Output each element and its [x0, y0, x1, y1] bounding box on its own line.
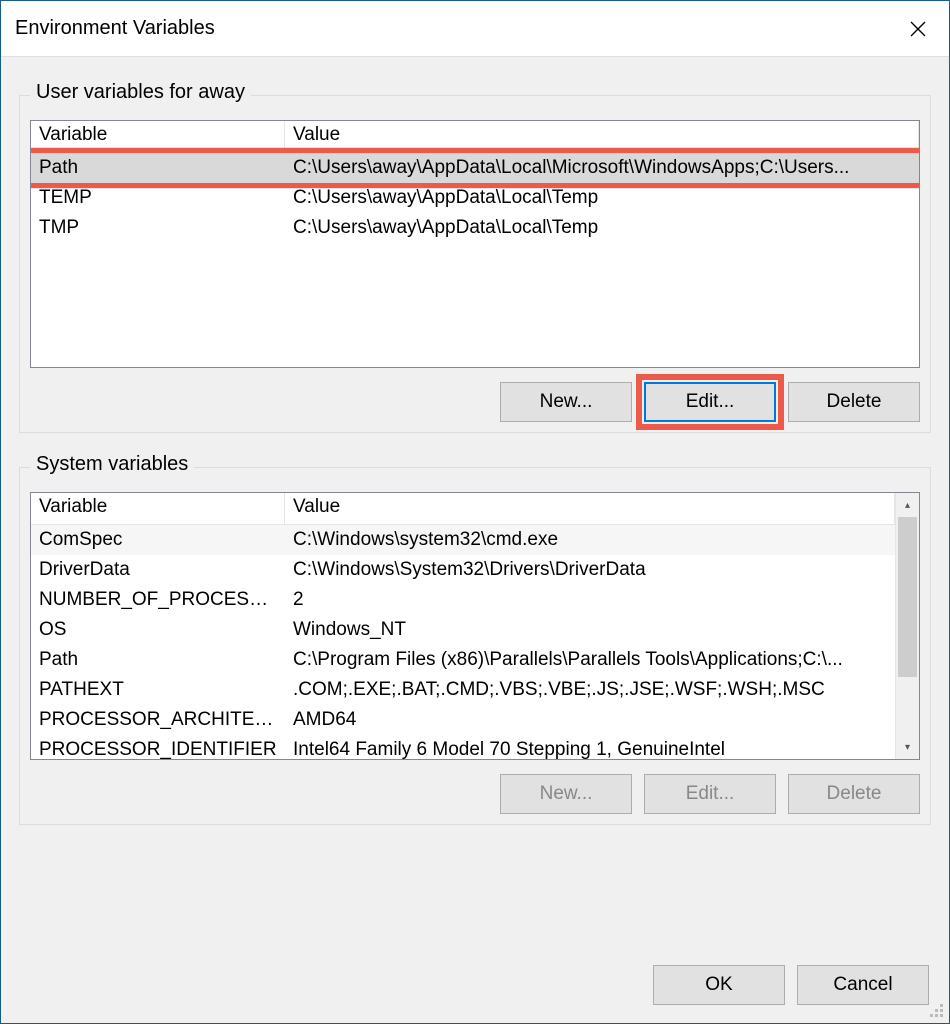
cell-variable: PROCESSOR_IDENTIFIER [31, 739, 285, 760]
titlebar: Environment Variables [1, 1, 949, 57]
table-row[interactable]: PATHEXT .COM;.EXE;.BAT;.CMD;.VBS;.VBE;.J… [31, 675, 895, 705]
close-button[interactable] [887, 1, 949, 57]
edit-button[interactable]: Edit... [644, 774, 776, 814]
cell-value: C:\Program Files (x86)\Parallels\Paralle… [285, 649, 895, 671]
scroll-up-icon[interactable]: ▴ [896, 493, 919, 517]
cell-value: C:\Users\away\AppData\Local\Microsoft\Wi… [285, 157, 919, 179]
edit-button[interactable]: Edit... [644, 382, 776, 422]
cell-value: Windows_NT [285, 619, 895, 641]
system-variables-label: System variables [30, 453, 194, 476]
cell-variable: ComSpec [31, 529, 285, 551]
user-variables-list[interactable]: Variable Value Path C:\Users\away\AppDat… [30, 120, 920, 368]
cell-variable: TEMP [31, 187, 285, 209]
table-row[interactable]: OS Windows_NT [31, 615, 895, 645]
col-variable[interactable]: Variable [31, 493, 285, 524]
cell-variable: OS [31, 619, 285, 641]
cell-value: Intel64 Family 6 Model 70 Stepping 1, Ge… [285, 739, 895, 760]
cell-variable: DriverData [31, 559, 285, 581]
table-row[interactable]: NUMBER_OF_PROCESSORS 2 [31, 585, 895, 615]
ok-button[interactable]: OK [653, 965, 785, 1005]
scrollbar[interactable]: ▴ ▾ [895, 493, 919, 759]
user-button-row: New... Edit... Delete [30, 382, 920, 422]
new-button[interactable]: New... [500, 774, 632, 814]
cell-variable: PROCESSOR_ARCHITECTURE [31, 709, 285, 731]
window-title: Environment Variables [15, 17, 215, 40]
highlight-annotation: Path C:\Users\away\AppData\Local\Microso… [30, 148, 920, 188]
col-value[interactable]: Value [285, 493, 895, 524]
cell-value: C:\Users\away\AppData\Local\Temp [285, 187, 919, 209]
cell-variable: NUMBER_OF_PROCESSORS [31, 589, 285, 611]
cell-variable: PATHEXT [31, 679, 285, 701]
system-button-row: New... Edit... Delete [30, 774, 920, 814]
table-row[interactable]: PROCESSOR_ARCHITECTURE AMD64 [31, 705, 895, 735]
cell-variable: Path [31, 649, 285, 671]
cell-variable: TMP [31, 217, 285, 239]
dialog-footer: OK Cancel [1, 949, 949, 1023]
scroll-track[interactable] [896, 677, 919, 735]
system-variables-list[interactable]: Variable Value ComSpec C:\Windows\system… [30, 492, 920, 760]
cell-value: 2 [285, 589, 895, 611]
resize-grip-icon[interactable] [927, 1001, 943, 1017]
table-row[interactable]: Path C:\Program Files (x86)\Parallels\Pa… [31, 645, 895, 675]
delete-button[interactable]: Delete [788, 382, 920, 422]
cell-value: C:\Windows\system32\cmd.exe [285, 529, 895, 551]
user-variables-label: User variables for away [30, 81, 251, 104]
cancel-button[interactable]: Cancel [797, 965, 929, 1005]
new-button[interactable]: New... [500, 382, 632, 422]
env-vars-dialog: Environment Variables User variables for… [0, 0, 950, 1024]
list-header[interactable]: Variable Value [31, 493, 895, 525]
user-variables-group: User variables for away Variable Value P… [19, 95, 931, 433]
cell-value: .COM;.EXE;.BAT;.CMD;.VBS;.VBE;.JS;.JSE;.… [285, 679, 895, 701]
table-row[interactable]: Path C:\Users\away\AppData\Local\Microso… [31, 153, 919, 183]
close-icon [910, 21, 926, 37]
cell-value: C:\Users\away\AppData\Local\Temp [285, 217, 919, 239]
table-row[interactable]: TMP C:\Users\away\AppData\Local\Temp [31, 213, 919, 243]
table-row[interactable]: PROCESSOR_IDENTIFIER Intel64 Family 6 Mo… [31, 735, 895, 760]
cell-value: AMD64 [285, 709, 895, 731]
cell-variable: Path [31, 157, 285, 179]
scroll-thumb[interactable] [898, 517, 917, 677]
dialog-content: User variables for away Variable Value P… [1, 57, 949, 949]
table-row[interactable]: ComSpec C:\Windows\system32\cmd.exe [31, 525, 895, 555]
delete-button[interactable]: Delete [788, 774, 920, 814]
cell-value: C:\Windows\System32\Drivers\DriverData [285, 559, 895, 581]
system-variables-group: System variables Variable Value ComSpec … [19, 467, 931, 825]
scroll-down-icon[interactable]: ▾ [896, 735, 919, 759]
table-row[interactable]: DriverData C:\Windows\System32\Drivers\D… [31, 555, 895, 585]
